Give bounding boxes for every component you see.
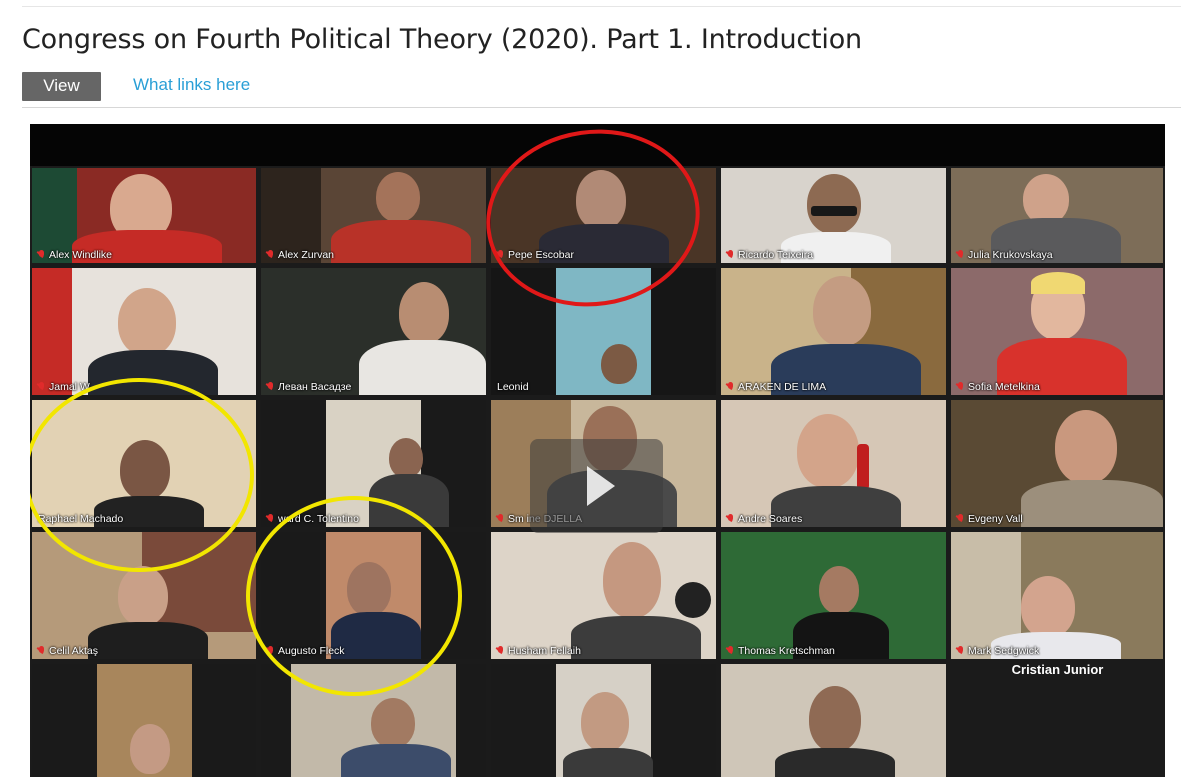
participant-tile: Evgeny Vall bbox=[951, 400, 1163, 527]
participant-tile: Alex Windlike bbox=[32, 168, 256, 263]
mic-muted-icon bbox=[267, 250, 274, 260]
mic-muted-icon bbox=[38, 250, 45, 260]
participant-tile: Jamal W bbox=[32, 268, 256, 395]
participant-tile: Sofia Metelkina bbox=[951, 268, 1163, 395]
highlight-circle-yellow bbox=[30, 378, 254, 572]
video-player[interactable]: Alex Windlike Alex Zurvan Pepe Escobar R… bbox=[30, 124, 1165, 777]
participant-tile: Леван Васадзе bbox=[261, 268, 486, 395]
page-title: Congress on Fourth Political Theory (202… bbox=[22, 24, 862, 55]
top-divider bbox=[22, 6, 1181, 7]
participant-tile bbox=[491, 664, 716, 777]
participant-name: Mark Sedgwick bbox=[957, 645, 1039, 657]
participant-name: ARAKEN DE LIMA bbox=[727, 381, 826, 393]
participant-name: Ricardo Teixeira bbox=[727, 249, 813, 261]
participant-name: Sofia Metelkina bbox=[957, 381, 1040, 393]
mic-muted-icon bbox=[497, 514, 504, 524]
participant-tile bbox=[32, 664, 256, 777]
mic-muted-icon bbox=[727, 250, 734, 260]
participant-name: Julia Krukovskaya bbox=[957, 249, 1053, 261]
highlight-circle-yellow bbox=[246, 496, 462, 696]
participant-name: Leonid bbox=[497, 381, 529, 393]
participant-name: Леван Васадзе bbox=[267, 381, 351, 393]
mic-muted-icon bbox=[957, 250, 964, 260]
mic-muted-icon bbox=[267, 514, 274, 524]
participant-name: Husham Fellaih bbox=[497, 645, 581, 657]
participant-tile: ARAKEN DE LIMA bbox=[721, 268, 946, 395]
tab-view[interactable]: View bbox=[22, 72, 101, 101]
play-button[interactable] bbox=[530, 439, 663, 533]
participant-tile: Husham Fellaih bbox=[491, 532, 716, 659]
mic-muted-icon bbox=[267, 382, 274, 392]
mic-muted-icon bbox=[38, 382, 45, 392]
mic-muted-icon bbox=[727, 514, 734, 524]
participant-tile: Andre Soares bbox=[721, 400, 946, 527]
participant-tile bbox=[951, 664, 1163, 777]
participant-name: Evgeny Vall bbox=[957, 513, 1023, 525]
participant-tile: Thomas Kretschman bbox=[721, 532, 946, 659]
mic-muted-icon bbox=[38, 646, 45, 656]
mic-muted-icon bbox=[957, 382, 964, 392]
mic-muted-icon bbox=[957, 646, 964, 656]
participant-tile: Julia Krukovskaya bbox=[951, 168, 1163, 263]
mic-muted-icon bbox=[727, 382, 734, 392]
participant-tile bbox=[721, 664, 946, 777]
tabs-divider bbox=[22, 107, 1181, 108]
participant-name: Thomas Kretschman bbox=[727, 645, 835, 657]
tab-what-links-here[interactable]: What links here bbox=[133, 75, 250, 95]
mic-muted-icon bbox=[727, 646, 734, 656]
participant-name: Alex Zurvan bbox=[267, 249, 334, 261]
participant-tile: Mark Sedgwick bbox=[951, 532, 1163, 659]
participant-name: Celil Aktaş bbox=[38, 645, 98, 657]
participant-tile: Alex Zurvan bbox=[261, 168, 486, 263]
mic-muted-icon bbox=[957, 514, 964, 524]
participant-tile: Ricardo Teixeira bbox=[721, 168, 946, 263]
participant-name-center: Cristian Junior bbox=[1011, 662, 1104, 677]
participant-name: Andre Soares bbox=[727, 513, 802, 525]
mic-muted-icon bbox=[497, 646, 504, 656]
participant-name: Alex Windlike bbox=[38, 249, 112, 261]
